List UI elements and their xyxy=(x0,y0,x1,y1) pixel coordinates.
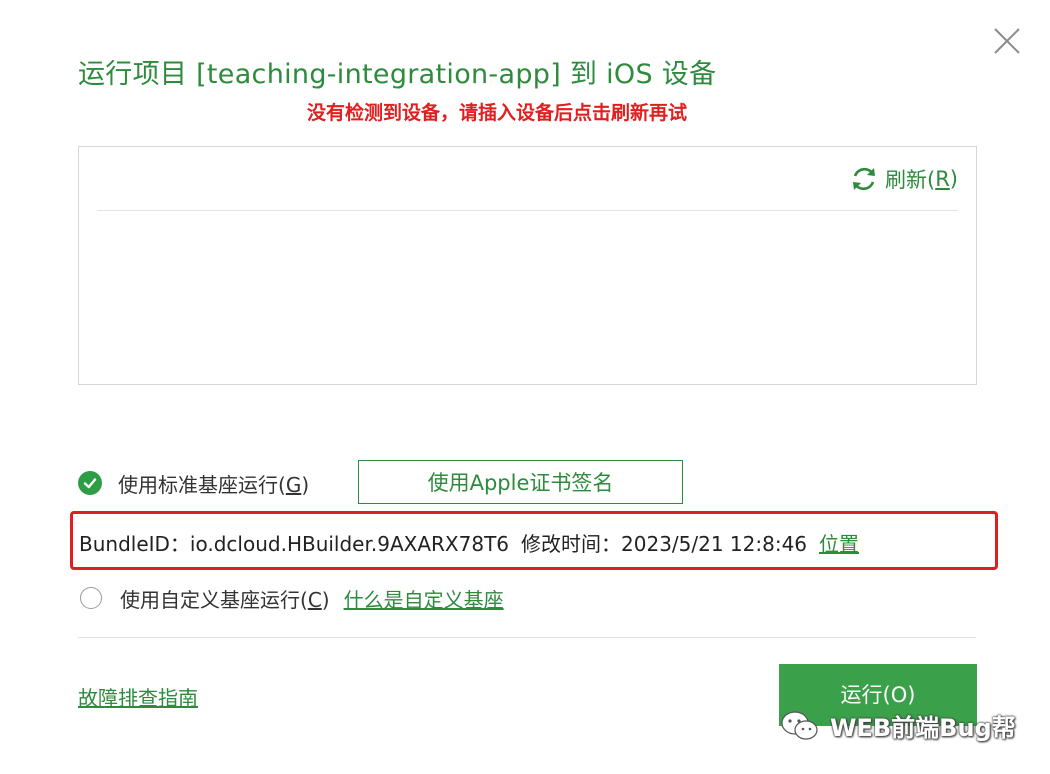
dialog-title: 运行项目 [teaching-integration-app] 到 iOS 设备 xyxy=(78,59,717,90)
standard-base-option[interactable]: 使用标准基座运行(G) xyxy=(78,460,309,506)
check-circle-icon[interactable] xyxy=(78,471,102,495)
refresh-button[interactable]: 刷新(R) xyxy=(849,164,958,194)
wechat-icon xyxy=(781,710,818,740)
standard-base-label: 使用标准基座运行(G) xyxy=(118,472,310,497)
refresh-label: 刷新( xyxy=(885,168,936,192)
custom-base-help-link[interactable]: 什么是自定义基座 xyxy=(344,584,504,613)
custom-base-option[interactable]: 使用自定义基座运行(C) 什么是自定义基座 xyxy=(80,583,504,613)
watermark-text: WEB前端Bug帮 xyxy=(830,714,1016,742)
troubleshooting-guide-link[interactable]: 故障排查指南 xyxy=(78,682,198,711)
device-list: 刷新(R) xyxy=(78,146,977,385)
refresh-icon xyxy=(853,167,875,191)
no-device-warning: 没有检测到设备，请插入设备后点击刷新再试 xyxy=(307,102,688,124)
bundle-info: BundleID：io.dcloud.HBuilder.9AXARX78T6 修… xyxy=(79,528,859,557)
refresh-shortcut-key: R xyxy=(935,167,950,191)
footer-divider xyxy=(78,637,976,638)
modified-time: 修改时间：2023/5/21 12:8:46 xyxy=(521,532,808,556)
location-link[interactable]: 位置 xyxy=(819,528,859,557)
device-list-divider xyxy=(97,210,958,211)
refresh-label-suffix: ) xyxy=(949,167,958,191)
apple-cert-sign-button[interactable]: 使用Apple证书签名 xyxy=(358,460,683,504)
radio-empty-icon[interactable] xyxy=(80,587,102,609)
custom-base-label: 使用自定义基座运行(C) xyxy=(120,587,330,612)
bundle-id: BundleID：io.dcloud.HBuilder.9AXARX78T6 xyxy=(79,532,510,556)
close-button[interactable] xyxy=(990,24,1024,58)
watermark: WEB前端Bug帮 xyxy=(780,708,1016,743)
close-icon xyxy=(994,28,1020,54)
